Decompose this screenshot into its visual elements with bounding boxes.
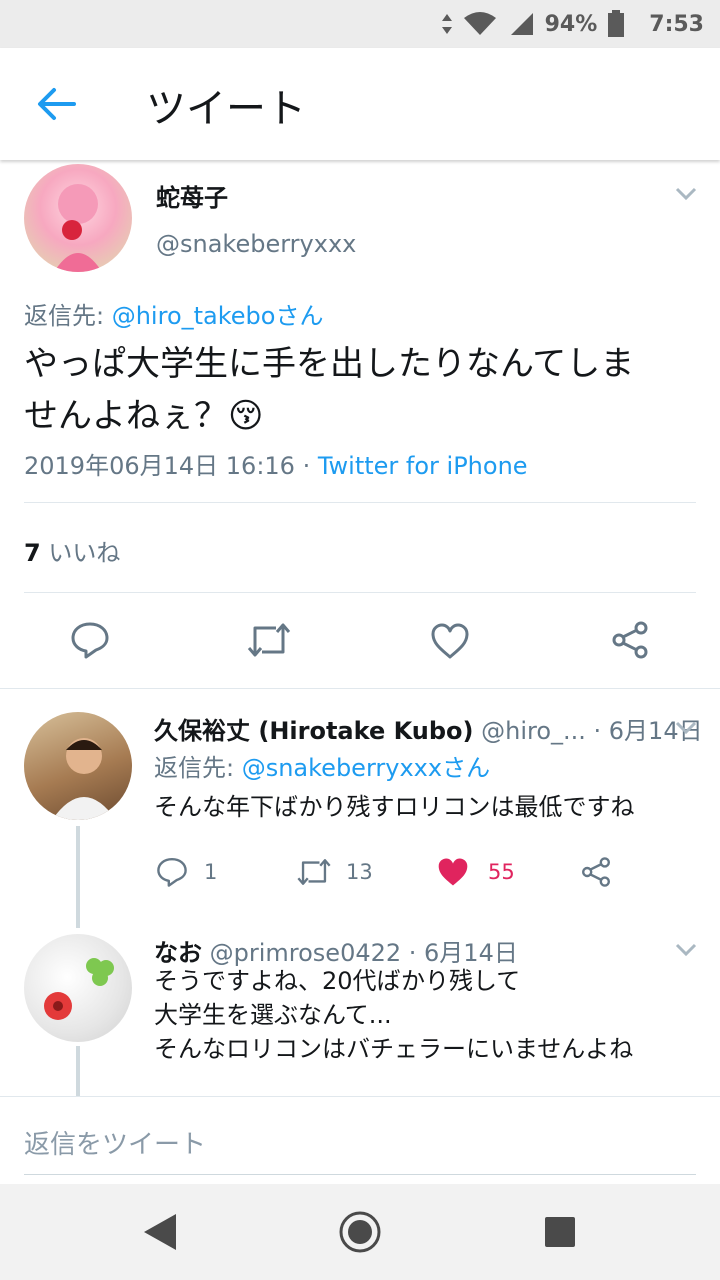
reply-context: 返信先: @snakeberryxxxさん	[154, 748, 490, 783]
reply-prefix: 返信先:	[154, 754, 242, 782]
reply-icon[interactable]	[156, 856, 188, 888]
avatar[interactable]	[24, 934, 132, 1042]
tweet-text-line: やっぱ大学生に手を出したりなんてしま	[24, 344, 635, 384]
page-title: ツイート	[146, 86, 306, 132]
divider	[0, 1096, 720, 1097]
author-name[interactable]: 蛇苺子	[156, 178, 228, 213]
thread-line	[76, 1046, 80, 1096]
divider	[0, 688, 720, 689]
like-count: 55	[488, 860, 515, 884]
kissing-emoji: 😚	[228, 396, 264, 436]
avatar[interactable]	[24, 712, 132, 820]
author-handle-date[interactable]: @primrose0422 · 6月14日	[202, 939, 518, 967]
retweet-count: 13	[346, 860, 373, 884]
heart-filled-icon[interactable]	[436, 856, 470, 888]
reply-compose-input[interactable]: 返信をツイート	[24, 1124, 206, 1161]
nav-back-icon[interactable]	[142, 1212, 178, 1252]
tweet-text-line: せんよねぇ？	[24, 396, 228, 436]
reply-to-link[interactable]: @snakeberryxxxさん	[242, 754, 490, 782]
compose-underline	[24, 1174, 696, 1175]
source-link[interactable]: Twitter for iPhone	[318, 452, 528, 480]
battery-percent: 94%	[544, 11, 598, 37]
divider	[24, 592, 696, 593]
author-handle[interactable]: @snakeberryxxx	[156, 230, 356, 258]
author-handle-date[interactable]: @hiro_... · 6月14日	[473, 717, 703, 745]
reply-count: 1	[204, 860, 218, 884]
timestamp: 2019年06月14日 16:16	[24, 452, 295, 480]
chevron-down-icon[interactable]	[674, 942, 698, 958]
nav-recents-icon[interactable]	[544, 1216, 576, 1248]
reply-text: そんな年下ばかり残すロリコンは最低ですね	[154, 793, 635, 821]
back-arrow-icon[interactable]	[36, 86, 76, 122]
tweet-text: やっぱ大学生に手を出したりなんてしま せんよねぇ？😚	[24, 338, 704, 442]
reply-text: そうですよね、20代ばかり残して 大学生を選ぶなんて... そんなロリコンはバチ…	[154, 967, 634, 1063]
likes-summary[interactable]: 7 いいね	[24, 533, 120, 568]
author-name[interactable]: 久保裕丈 (Hirotake Kubo)	[154, 717, 473, 745]
reply-header: なお @primrose0422 · 6月14日	[154, 933, 518, 968]
data-arrows-icon	[441, 14, 452, 34]
author-name[interactable]: なお	[154, 939, 202, 967]
wifi-icon	[463, 12, 496, 35]
nav-home-icon[interactable]	[338, 1210, 382, 1254]
chevron-down-icon[interactable]	[674, 720, 698, 736]
reply-to-link[interactable]: @hiro_takeboさん	[112, 302, 324, 330]
like-icon[interactable]	[430, 622, 470, 660]
share-icon[interactable]	[580, 856, 612, 888]
tweet-meta: 2019年06月14日 16:16 · Twitter for iPhone	[24, 452, 528, 480]
likes-count: 7	[24, 539, 41, 567]
share-icon[interactable]	[610, 620, 650, 660]
divider	[24, 502, 696, 503]
status-bar: 94% 7:53	[0, 0, 720, 48]
signal-icon	[510, 13, 533, 35]
thread-line	[76, 826, 80, 928]
battery-icon	[608, 10, 625, 37]
reply-header: 久保裕丈 (Hirotake Kubo) @hiro_... · 6月14日	[154, 711, 703, 746]
clock: 7:53	[649, 11, 704, 37]
reply-context: 返信先: @hiro_takeboさん	[24, 296, 323, 331]
reply-icon[interactable]	[70, 620, 110, 660]
avatar[interactable]	[24, 164, 132, 272]
app-bar: ツイート	[0, 48, 720, 160]
likes-label: いいね	[40, 539, 121, 567]
system-nav-bar	[0, 1184, 720, 1280]
retweet-icon[interactable]	[296, 856, 332, 888]
reply-prefix: 返信先:	[24, 302, 112, 330]
retweet-icon[interactable]	[246, 620, 292, 660]
chevron-down-icon[interactable]	[674, 186, 698, 202]
